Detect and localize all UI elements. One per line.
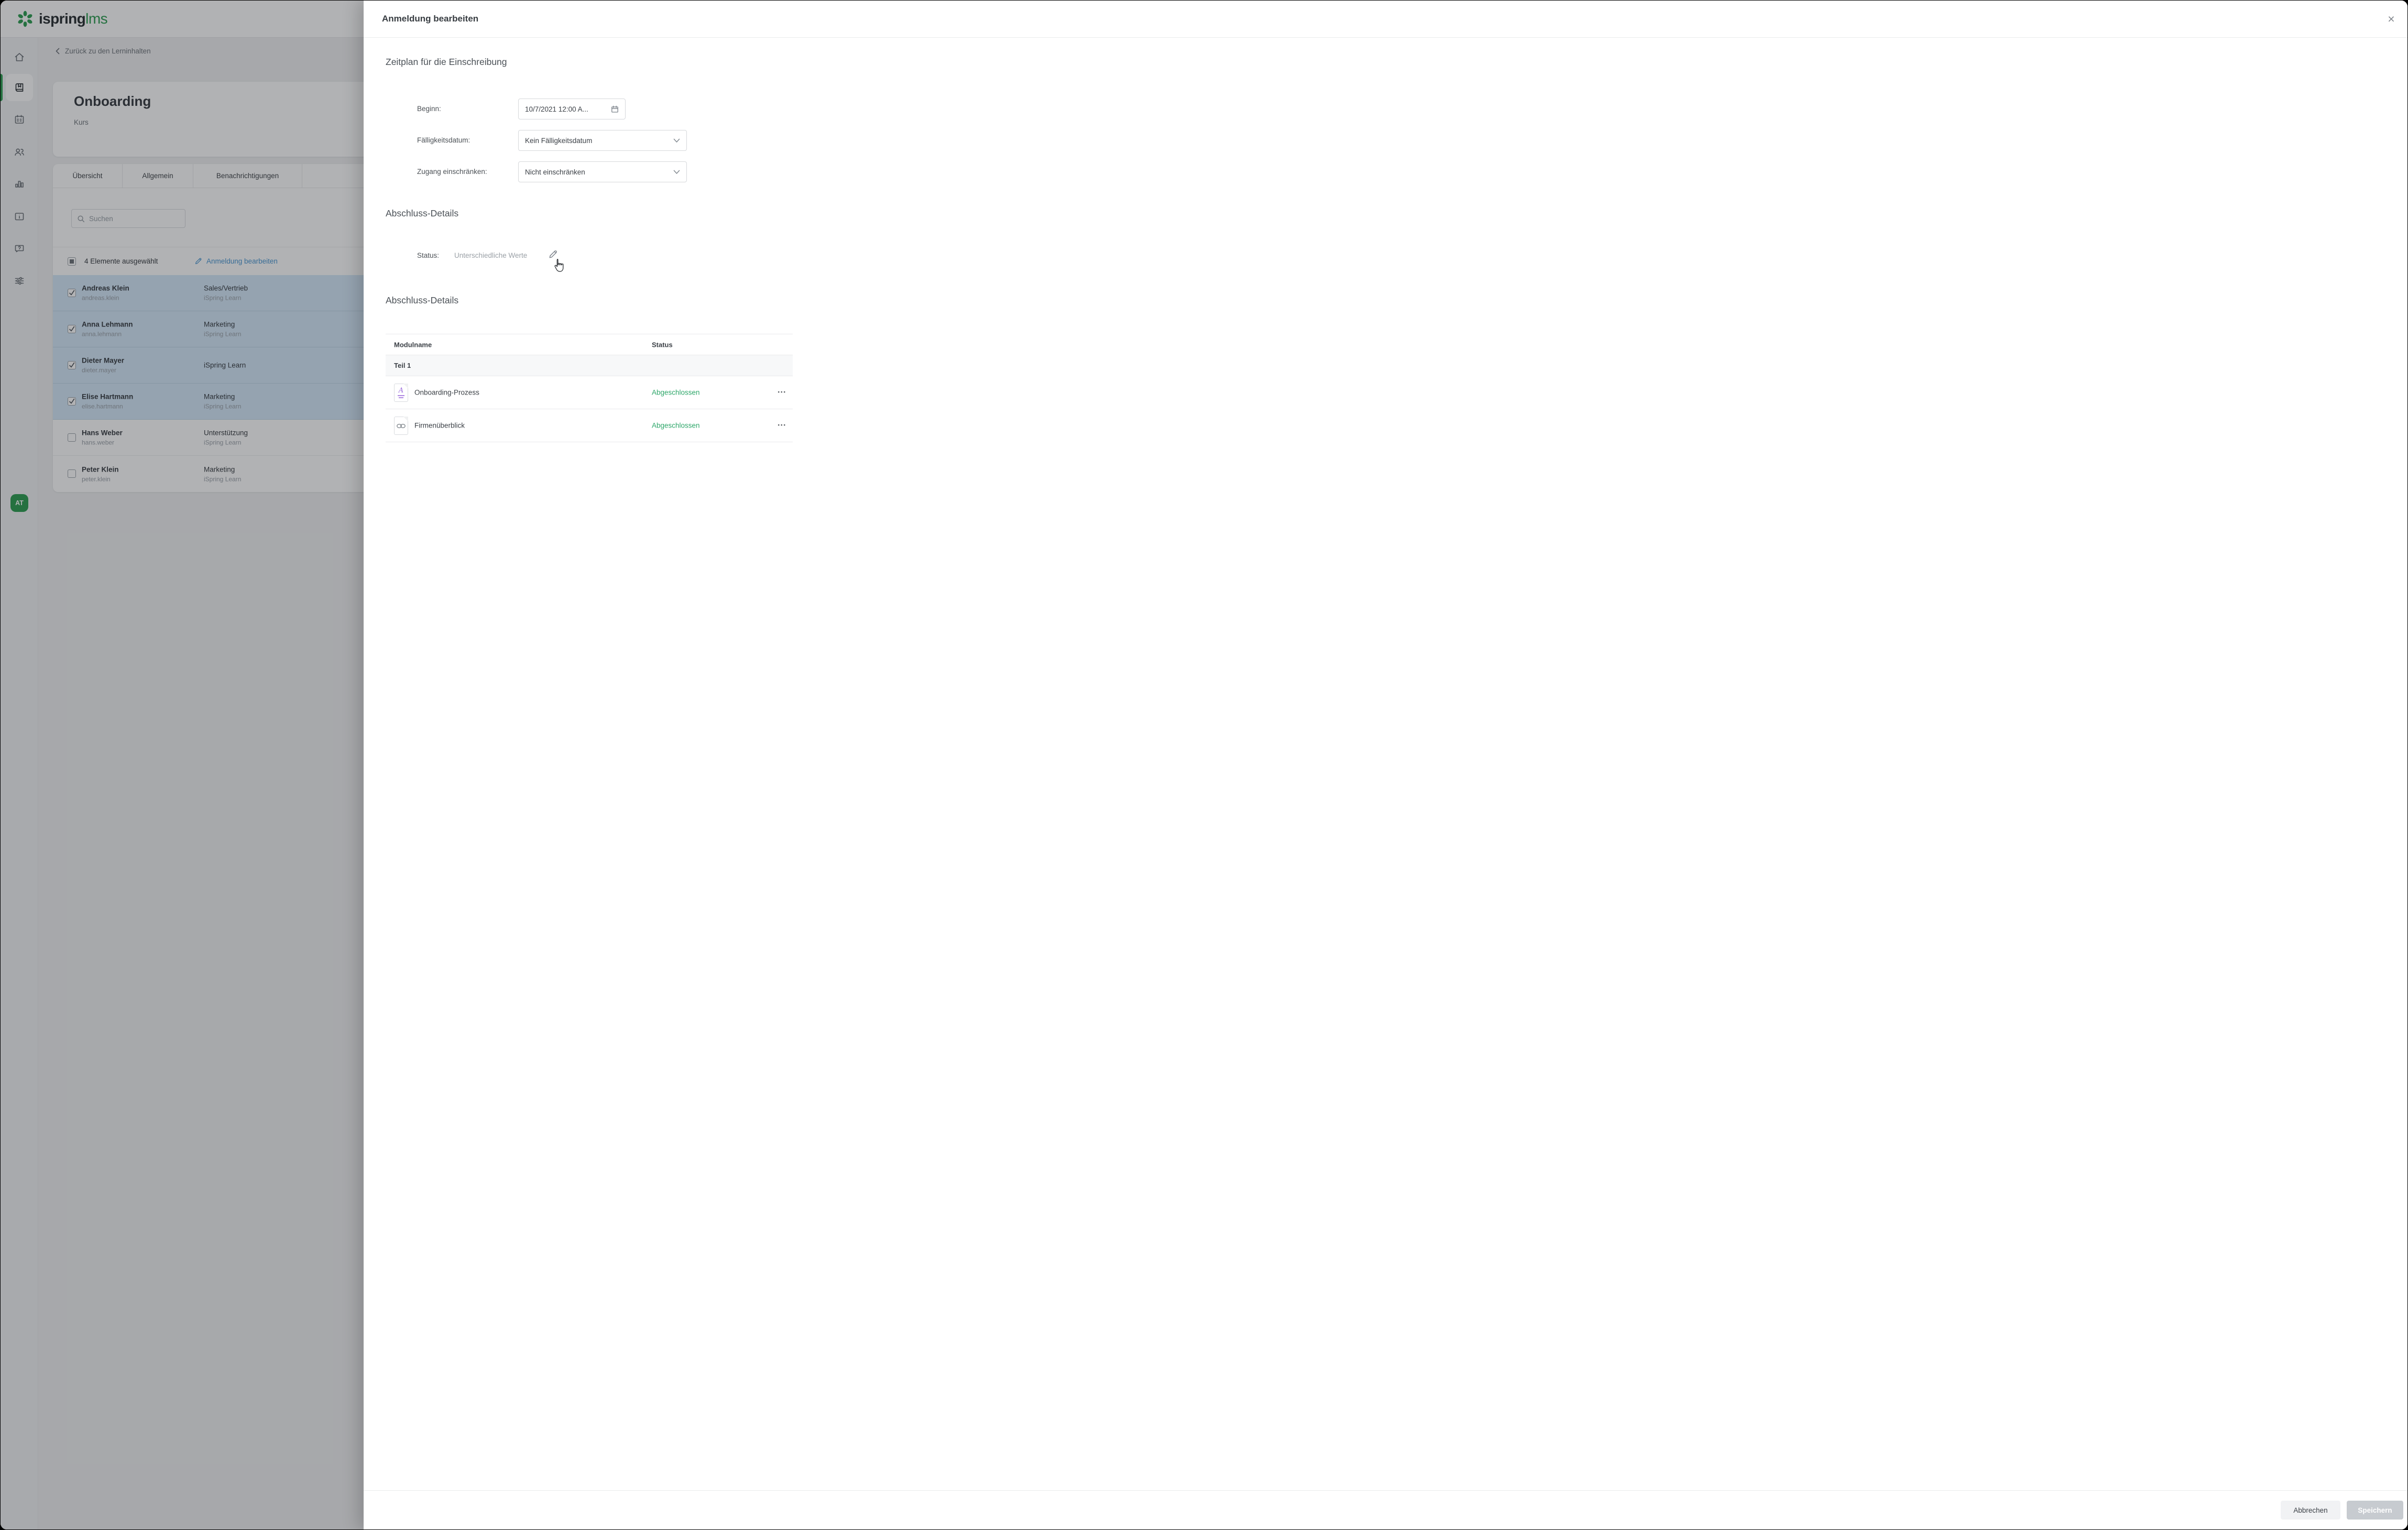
module-group-row: Teil 1	[386, 355, 793, 376]
modules-heading: Abschluss-Details	[386, 295, 458, 306]
restrict-access-select[interactable]: Nicht einschränken	[518, 161, 687, 182]
start-date-input[interactable]: 10/7/2021 12:00 A...	[518, 99, 626, 119]
link-doc-icon	[394, 417, 408, 435]
status-label: Status:	[417, 252, 439, 259]
edit-enrollment-modal: Anmeldung bearbeiten × Zeitplan für die …	[364, 1, 2407, 1529]
module-row[interactable]: Firmenüberblick Abgeschlossen •••	[386, 409, 793, 442]
due-date-select[interactable]: Kein Fälligkeitsdatum	[518, 130, 687, 151]
module-name: Firmenüberblick	[414, 422, 465, 430]
save-button[interactable]: Speichern	[2347, 1501, 2403, 1520]
schedule-heading: Zeitplan für die Einschreibung	[386, 57, 507, 68]
module-status: Abgeschlossen	[652, 422, 700, 430]
article-doc-icon: A	[394, 384, 408, 402]
calendar-icon	[611, 105, 619, 113]
column-header-module: Modulname	[394, 341, 432, 348]
ellipsis-menu-icon[interactable]: •••	[775, 420, 789, 432]
start-date-label: Beginn:	[417, 99, 441, 119]
close-icon[interactable]: ×	[2382, 10, 2400, 28]
modal-body: Zeitplan für die Einschreibung Beginn: 1…	[364, 38, 2407, 1490]
cancel-button[interactable]: Abbrechen	[2281, 1501, 2340, 1520]
modal-header: Anmeldung bearbeiten ×	[364, 1, 2407, 38]
edit-status-pencil-icon[interactable]	[548, 249, 558, 259]
start-date-value: 10/7/2021 12:00 A...	[525, 105, 588, 113]
restrict-access-label: Zugang einschränken:	[417, 161, 487, 182]
ellipsis-menu-icon[interactable]: •••	[775, 387, 789, 399]
module-status: Abgeschlossen	[652, 389, 700, 397]
modules-table: Modulname Status Teil 1 A Onboarding-Pro…	[386, 334, 793, 442]
restrict-access-value: Nicht einschränken	[525, 168, 585, 176]
status-value: Unterschiedliche Werte	[454, 252, 527, 259]
modal-footer: Abbrechen Speichern	[364, 1490, 2407, 1529]
module-name: Onboarding-Prozess	[414, 389, 479, 397]
due-date-value: Kein Fälligkeitsdatum	[525, 137, 592, 145]
modal-title: Anmeldung bearbeiten	[382, 14, 478, 24]
column-header-status: Status	[652, 341, 673, 348]
due-date-label: Fälligkeitsdatum:	[417, 130, 470, 151]
cursor-pointer-icon	[552, 258, 566, 276]
completion-heading: Abschluss-Details	[386, 208, 458, 219]
module-row[interactable]: A Onboarding-Prozess Abgeschlossen •••	[386, 376, 793, 409]
chevron-down-icon	[673, 170, 680, 174]
app-window: ispringlms	[1, 1, 2407, 1529]
modules-table-header: Modulname Status	[386, 334, 793, 355]
chevron-down-icon	[673, 138, 680, 143]
